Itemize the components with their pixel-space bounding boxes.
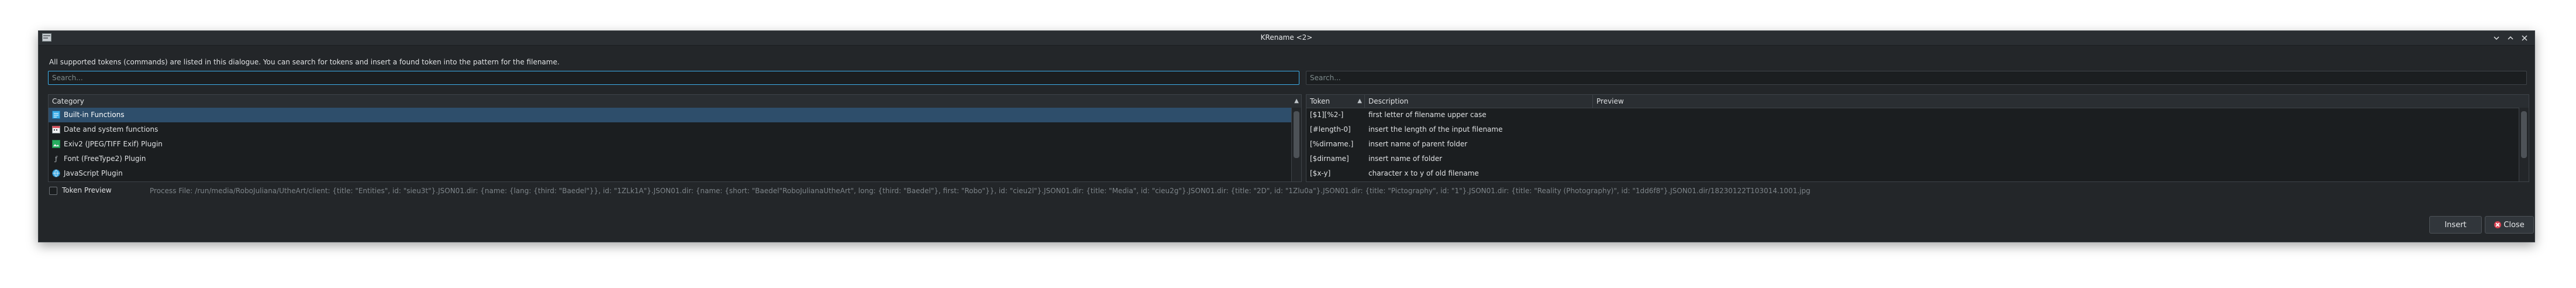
insert-button-label: Insert: [2444, 221, 2467, 229]
close-icon: [2494, 221, 2502, 228]
token-table-header: Token ▲ Description Preview: [1306, 95, 2529, 108]
token-search-input[interactable]: [1306, 71, 2527, 85]
description-cell: insert name of folder: [1368, 155, 1443, 163]
table-row[interactable]: [%dirname.] insert name of parent folder: [1306, 137, 2519, 152]
globe-icon: [52, 169, 60, 177]
list-item[interactable]: JavaScript Plugin: [49, 166, 1291, 181]
preview-header-label: Preview: [1596, 97, 1624, 105]
intro-text: All supported tokens (commands) are list…: [49, 58, 560, 66]
description-cell: insert name of parent folder: [1368, 140, 1468, 148]
font-icon: ƒ: [54, 155, 58, 163]
category-scrollbar[interactable]: [1291, 108, 1301, 181]
description-cell: first letter of filename upper case: [1368, 111, 1487, 119]
category-column-header[interactable]: Category ▲: [49, 95, 1301, 108]
token-cell: [%dirname.]: [1310, 140, 1354, 148]
preview-column-header[interactable]: Preview: [1593, 95, 2529, 108]
table-row[interactable]: [#length-0] insert the length of the inp…: [1306, 122, 2519, 137]
token-header-label: Token: [1310, 97, 1330, 105]
close-window-icon[interactable]: [2519, 33, 2530, 43]
insert-button[interactable]: Insert: [2429, 216, 2482, 234]
token-preview-label: Token Preview: [62, 186, 112, 194]
description-cell: character x to y of old filename: [1368, 169, 1479, 177]
table-row[interactable]: [$dirname] insert name of folder: [1306, 152, 2519, 166]
scrollbar-thumb[interactable]: [2521, 111, 2527, 158]
category-search-input[interactable]: [48, 71, 1299, 85]
window-title: KRename <2>: [1260, 33, 1313, 42]
list-item[interactable]: Built-in Functions: [49, 108, 1291, 122]
sort-up-icon: ▲: [1294, 98, 1299, 104]
image-icon: [52, 140, 60, 148]
description-header-label: Description: [1368, 97, 1409, 105]
scrollbar-thumb[interactable]: [1294, 111, 1299, 158]
close-button-label: Close: [2503, 221, 2525, 229]
krename-token-dialog: KRename <2> All supported tokens (comman…: [38, 30, 2535, 242]
token-cell: [$1][%2-]: [1310, 111, 1344, 119]
list-item[interactable]: Date and system functions: [49, 122, 1291, 137]
category-label: Font (FreeType2) Plugin: [64, 155, 146, 163]
category-label: Date and system functions: [64, 125, 158, 133]
token-table: Token ▲ Description Preview [$1][%2-] fi…: [1306, 94, 2529, 182]
calendar-icon: [52, 125, 60, 133]
description-column-header[interactable]: Description: [1365, 95, 1593, 108]
sort-up-icon: ▲: [1357, 98, 1362, 104]
list-item[interactable]: ƒ Font (FreeType2) Plugin: [49, 152, 1291, 166]
token-scrollbar[interactable]: [2519, 108, 2529, 181]
close-button[interactable]: Close: [2485, 216, 2534, 234]
category-header: Category ▲: [49, 95, 1301, 108]
maximize-icon[interactable]: [2505, 33, 2516, 43]
token-column-header[interactable]: Token ▲: [1306, 95, 1365, 108]
token-cell: [$x-y]: [1310, 169, 1331, 177]
category-label: Built-in Functions: [64, 111, 125, 119]
grid-icon: [52, 111, 60, 119]
title-bar: KRename <2>: [39, 31, 2534, 46]
description-cell: insert the length of the input filename: [1368, 125, 1503, 133]
category-header-label: Category: [52, 97, 84, 105]
token-preview-text: Process File: /run/media/RoboJuliana/Uth…: [150, 187, 1811, 195]
token-preview-checkbox[interactable]: [49, 187, 57, 195]
token-cell: [#length-0]: [1310, 125, 1351, 133]
category-list: Category ▲ Built-in Functions Date and s…: [48, 94, 1302, 182]
token-cell: [$dirname]: [1310, 155, 1349, 163]
category-label: JavaScript Plugin: [64, 169, 123, 177]
list-item[interactable]: Exiv2 (JPEG/TIFF Exif) Plugin: [49, 137, 1291, 152]
table-row[interactable]: [$x-y] character x to y of old filename: [1306, 166, 2519, 181]
minimize-icon[interactable]: [2491, 33, 2502, 43]
category-label: Exiv2 (JPEG/TIFF Exif) Plugin: [64, 140, 163, 148]
table-row[interactable]: [$1][%2-] first letter of filename upper…: [1306, 108, 2519, 122]
